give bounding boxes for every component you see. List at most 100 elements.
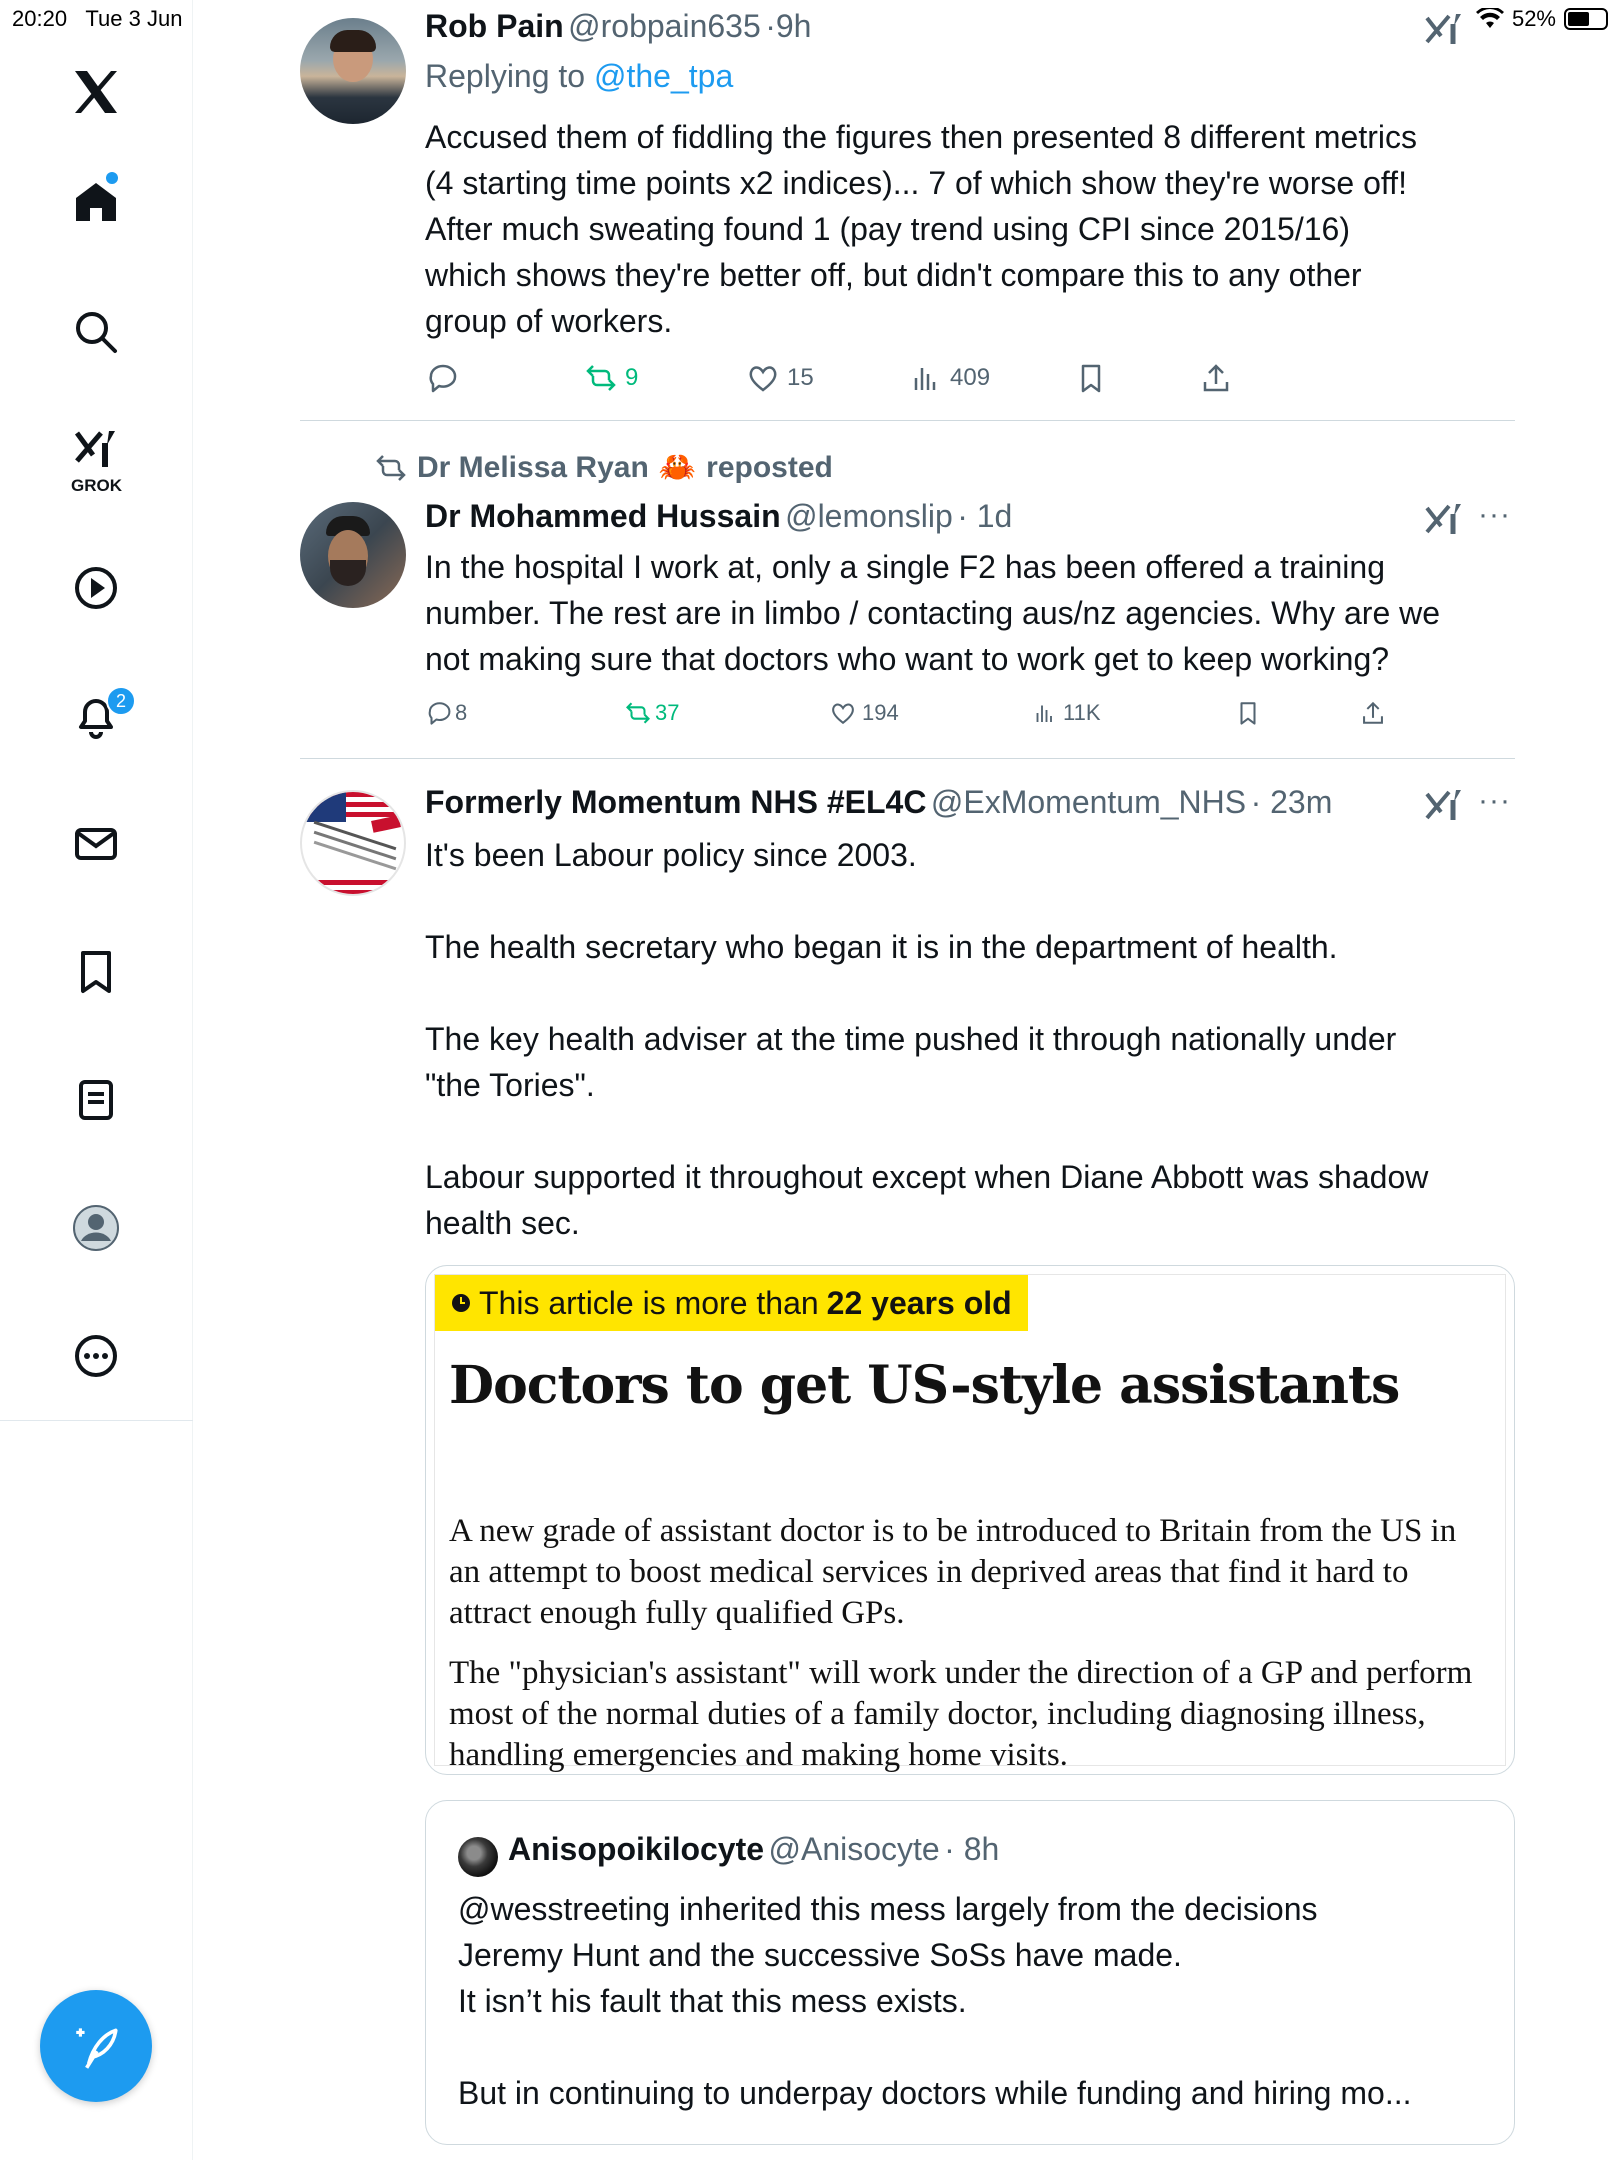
- reply-button[interactable]: 8: [425, 700, 467, 726]
- bookmarks-icon[interactable]: [56, 932, 136, 1012]
- repost-button[interactable]: 37: [625, 700, 679, 726]
- home-icon[interactable]: [56, 162, 136, 242]
- grok-explain-icon[interactable]: [1425, 502, 1463, 536]
- grok-label: GROK: [71, 476, 122, 495]
- tweet-text: Accused them of fiddling the figures the…: [425, 114, 1525, 344]
- tweet-line: (4 starting time points x2 indices)... 7…: [425, 165, 1407, 201]
- clock-icon: [452, 1294, 470, 1312]
- author-name[interactable]: Dr Mohammed Hussain: [425, 498, 781, 534]
- banner-age: 22 years old: [826, 1284, 1012, 1321]
- tweet-line: number. The rest are in limbo / contacti…: [425, 595, 1441, 631]
- tweet-line: which shows they're better off, but didn…: [425, 257, 1362, 293]
- article-image[interactable]: This article is more than 22 years old D…: [425, 1265, 1515, 1775]
- tweet-line: Labour supported it throughout except wh…: [425, 1159, 1429, 1195]
- wifi-icon: [1475, 8, 1504, 28]
- tweet-line: The health secretary who began it is in …: [425, 929, 1338, 965]
- tweet-time[interactable]: · 23m: [1251, 784, 1333, 820]
- author-handle[interactable]: @lemonslip: [785, 498, 953, 534]
- quote-line: It isn’t his fault that this mess exists…: [458, 1983, 967, 2019]
- status-indicators: 52%: [1475, 6, 1608, 32]
- share-button[interactable]: [1200, 362, 1232, 394]
- quote-line: @wesstreeting inherited this mess largel…: [458, 1891, 1318, 1927]
- tweet-line: After much sweating found 1 (pay trend u…: [425, 211, 1350, 247]
- grok-explain-icon[interactable]: [1425, 788, 1463, 822]
- repost-context: Dr Melissa Ryan 🦀 reposted: [375, 450, 833, 485]
- repost-button[interactable]: 9: [585, 362, 638, 394]
- article-paragraph: A new grade of assistant doctor is to be…: [449, 1513, 1457, 1631]
- x-logo-icon[interactable]: [56, 52, 136, 132]
- like-button[interactable]: 194: [830, 700, 899, 726]
- author-name[interactable]: Formerly Momentum NHS #EL4C: [425, 784, 926, 820]
- avatar[interactable]: [300, 18, 406, 124]
- more-options-icon[interactable]: ···: [1478, 784, 1511, 818]
- quote-author-name: Anisopoikilocyte: [508, 1831, 765, 1867]
- reply-icon: [428, 702, 451, 725]
- author-handle[interactable]: @ExMomentum_NHS: [931, 784, 1246, 820]
- more-options-icon[interactable]: ···: [1478, 498, 1511, 532]
- analytics-icon: [914, 368, 936, 390]
- more-icon[interactable]: [56, 1316, 136, 1396]
- separator-dot: ·: [765, 8, 776, 44]
- tweet-divider: [300, 420, 1515, 421]
- quote-line: Jeremy Hunt and the successive SoSs have…: [458, 1937, 1182, 1973]
- replying-prefix: Replying to: [425, 58, 586, 94]
- tweet-line: Accused them of fiddling the figures the…: [425, 119, 1417, 155]
- quoted-tweet[interactable]: Anisopoikilocyte @Anisocyte · 8h @wesstr…: [425, 1800, 1515, 2145]
- quote-header: Anisopoikilocyte @Anisocyte · 8h: [508, 1831, 999, 1868]
- battery-icon: [1564, 8, 1608, 30]
- share-button[interactable]: [1360, 700, 1386, 726]
- profile-icon[interactable]: [56, 1188, 136, 1268]
- tweet-header: Formerly Momentum NHS #EL4C @ExMomentum_…: [425, 784, 1332, 821]
- search-icon[interactable]: [56, 292, 136, 372]
- compose-button[interactable]: [40, 1990, 152, 2102]
- tweet-actions: 9 15 409: [425, 362, 1525, 402]
- bookmark-button[interactable]: [1235, 700, 1261, 726]
- video-icon[interactable]: [56, 548, 136, 628]
- heart-icon: [749, 366, 777, 392]
- tweet-line: "the Tories".: [425, 1067, 595, 1103]
- views-button[interactable]: 409: [910, 362, 990, 394]
- quote-text: @wesstreeting inherited this mess largel…: [458, 1886, 1498, 2116]
- reply-count: 8: [455, 700, 468, 725]
- analytics-icon: [1036, 705, 1052, 722]
- quote-avatar[interactable]: [458, 1837, 498, 1877]
- tweet-line: It's been Labour policy since 2003.: [425, 837, 917, 873]
- compose-feather-icon: [76, 2028, 118, 2069]
- heart-icon: [832, 703, 854, 725]
- tweet-line: health sec.: [425, 1205, 580, 1241]
- battery-percent: 52%: [1511, 6, 1556, 31]
- reposter-name[interactable]: Dr Melissa Ryan: [417, 451, 649, 485]
- crab-emoji: 🦀: [658, 451, 697, 484]
- tweet-text: In the hospital I work at, only a single…: [425, 544, 1525, 682]
- tweet-line: In the hospital I work at, only a single…: [425, 549, 1385, 585]
- quote-line: But in continuing to underpay doctors wh…: [458, 2075, 1412, 2111]
- like-button[interactable]: 15: [747, 362, 814, 394]
- repost-icon: [586, 365, 616, 391]
- sidebar: GROK 2: [0, 0, 193, 2160]
- tweet-time[interactable]: · 1d: [957, 498, 1012, 534]
- repost-icon: [626, 702, 650, 724]
- avatar[interactable]: [300, 502, 406, 608]
- reply-button[interactable]: [425, 362, 457, 394]
- views-button[interactable]: 11K: [1033, 700, 1101, 726]
- tweet-text: It's been Labour policy since 2003. The …: [425, 832, 1525, 1246]
- replying-to-link[interactable]: @the_tpa: [594, 58, 733, 94]
- reply-icon: [429, 364, 457, 393]
- tweet-header: Rob Pain @robpain635 ·9h: [425, 8, 811, 45]
- author-name[interactable]: Rob Pain: [425, 8, 564, 44]
- lists-icon[interactable]: [56, 1060, 136, 1140]
- article-headline: Doctors to get US-style assistants: [449, 1355, 1400, 1416]
- bookmark-icon: [1081, 364, 1101, 393]
- author-handle[interactable]: @robpain635: [568, 8, 761, 44]
- bookmark-icon: [1240, 702, 1256, 725]
- repost-count: 37: [655, 700, 680, 725]
- bookmark-button[interactable]: [1075, 362, 1107, 394]
- messages-icon[interactable]: [56, 804, 136, 884]
- home-unread-dot: [106, 172, 118, 184]
- avatar[interactable]: [300, 790, 406, 896]
- repost-icon: [376, 454, 406, 481]
- repost-label: reposted: [706, 450, 833, 484]
- article-age-banner: This article is more than 22 years old: [435, 1275, 1028, 1331]
- grok-explain-icon[interactable]: [1425, 12, 1463, 46]
- tweet-time[interactable]: 9h: [776, 8, 812, 44]
